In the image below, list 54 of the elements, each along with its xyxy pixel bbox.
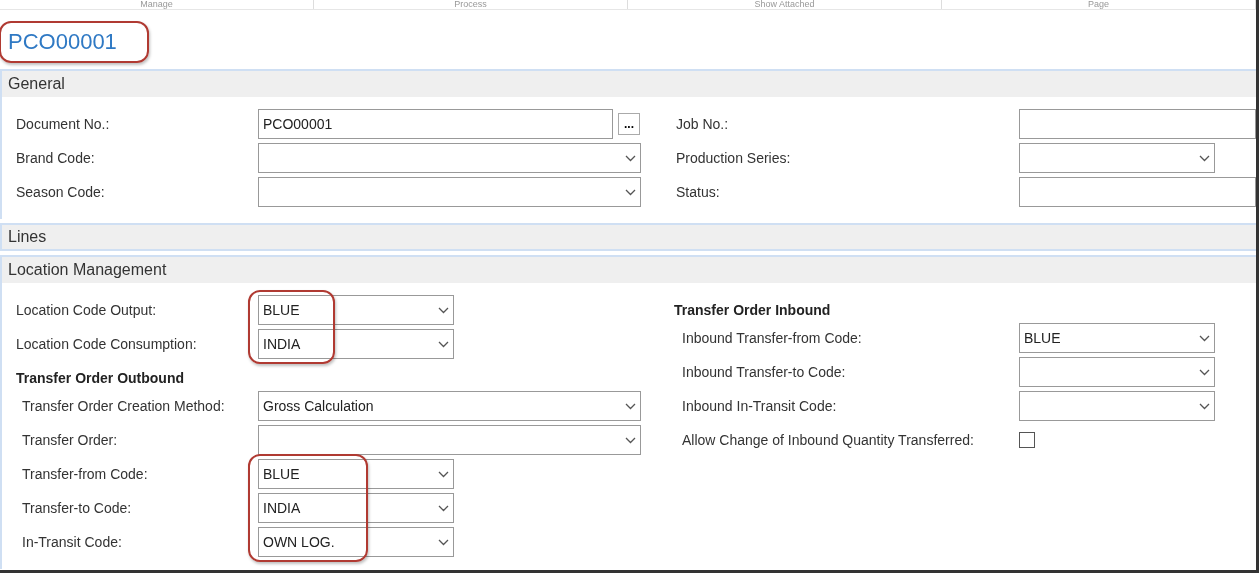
- chevron-down-icon: [1199, 368, 1210, 376]
- group-heading: Transfer Order Outbound: [15, 369, 185, 388]
- dropdown-field[interactable]: [1019, 357, 1215, 387]
- section-header[interactable]: General: [2, 71, 1256, 97]
- chevron-down-icon: [1199, 402, 1210, 410]
- chevron-down-icon: [625, 188, 636, 196]
- input-field[interactable]: [1019, 177, 1256, 207]
- dropdown-field[interactable]: INDIA: [258, 329, 454, 359]
- field-label: Transfer-to Code:: [22, 500, 133, 516]
- field-label: Allow Change of Inbound Quantity Transferred:: [682, 432, 975, 448]
- field-label: Season Code:: [16, 184, 106, 200]
- dropdown-field[interactable]: [258, 143, 641, 173]
- field-label: In-Transit Code:: [22, 534, 123, 550]
- field-label: Location Code Consumption:: [16, 336, 198, 352]
- field-label: Status:: [676, 184, 721, 200]
- input-field[interactable]: PCO00001: [258, 109, 613, 139]
- chevron-down-icon: [438, 470, 449, 478]
- section-header[interactable]: Location Management: [2, 257, 1256, 283]
- lookup-button[interactable]: ...: [618, 113, 640, 135]
- page-title: PCO00001: [8, 28, 117, 55]
- field-label: Production Series:: [676, 150, 792, 166]
- chevron-down-icon: [1199, 334, 1210, 342]
- group-heading: Transfer Order Inbound: [673, 301, 832, 320]
- dropdown-field[interactable]: OWN LOG.: [258, 527, 454, 557]
- dropdown-field[interactable]: BLUE: [1019, 323, 1215, 353]
- chevron-down-icon: [438, 340, 449, 348]
- chevron-down-icon: [625, 402, 636, 410]
- chevron-down-icon: [438, 306, 449, 314]
- dropdown-field[interactable]: [1019, 391, 1215, 421]
- dropdown-field[interactable]: [1019, 143, 1215, 173]
- dropdown-field[interactable]: BLUE: [258, 295, 454, 325]
- dropdown-field[interactable]: Gross Calculation: [258, 391, 641, 421]
- field-label: Inbound Transfer-to Code:: [682, 364, 847, 380]
- section-header[interactable]: Lines: [2, 225, 1256, 251]
- field-label: Location Code Output:: [16, 302, 158, 318]
- dropdown-field[interactable]: [258, 177, 641, 207]
- chevron-down-icon: [625, 436, 636, 444]
- chevron-down-icon: [1199, 154, 1210, 162]
- field-label: Inbound Transfer-from Code:: [682, 330, 863, 346]
- field-label: Inbound In-Transit Code:: [682, 398, 838, 414]
- field-label: Document No.:: [16, 116, 111, 132]
- input-field[interactable]: [1019, 109, 1256, 139]
- dropdown-field[interactable]: INDIA: [258, 493, 454, 523]
- chevron-down-icon: [438, 538, 449, 546]
- field-label: Transfer Order:: [22, 432, 119, 448]
- dropdown-field[interactable]: BLUE: [258, 459, 454, 489]
- field-label: Brand Code:: [16, 150, 96, 166]
- field-label: Transfer-from Code:: [22, 466, 149, 482]
- chevron-down-icon: [625, 154, 636, 162]
- chevron-down-icon: [438, 504, 449, 512]
- dropdown-field[interactable]: [258, 425, 641, 455]
- checkbox[interactable]: [1019, 432, 1035, 448]
- field-label: Job No.:: [676, 116, 730, 132]
- field-label: Transfer Order Creation Method:: [22, 398, 226, 414]
